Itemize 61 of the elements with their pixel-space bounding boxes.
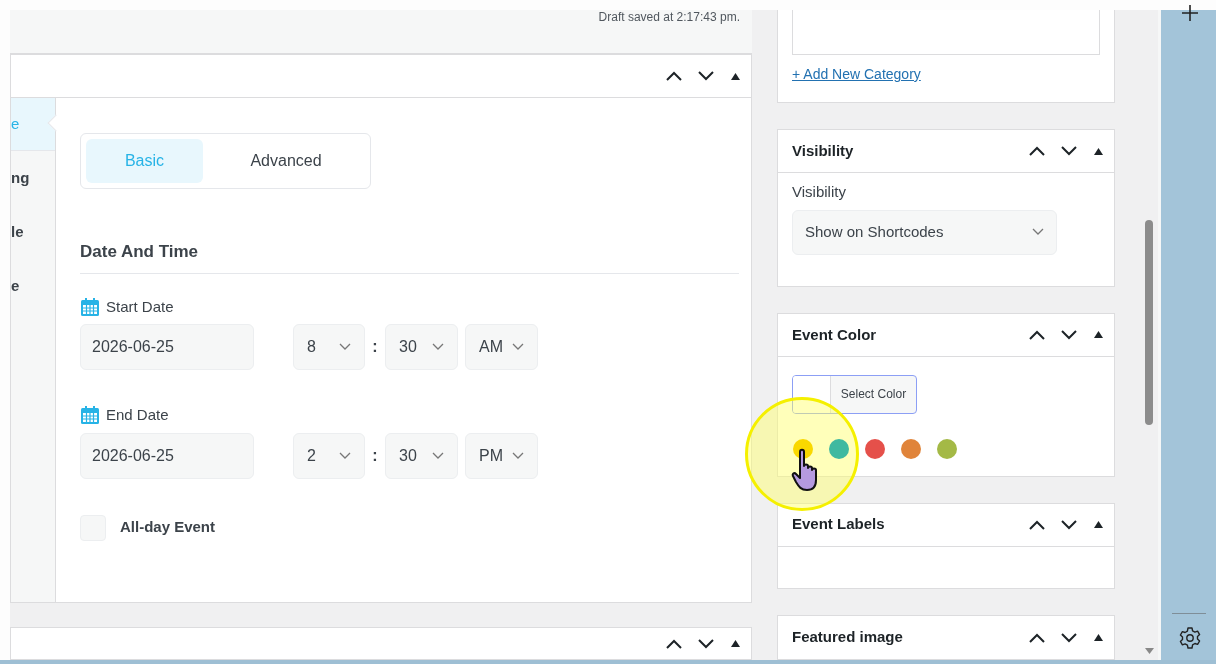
move-up-icon[interactable] [666,71,682,81]
panel-title: Featured image [792,627,904,648]
draft-saved-status: Draft saved at 2:17:43 pm. [598,9,740,26]
minute-select[interactable]: 30 [385,432,458,479]
time-separator: : [371,337,379,357]
hour-select[interactable]: 2 [293,432,365,479]
side-tab[interactable]: e [11,259,55,313]
collapse-icon[interactable] [1094,147,1103,155]
move-up-icon[interactable] [1029,632,1045,643]
scrollbar-thumb[interactable] [1145,220,1153,425]
chevron-down-icon [512,451,524,460]
side-tab[interactable]: ng [11,151,55,205]
move-up-icon[interactable] [1029,146,1045,157]
chevron-down-icon [512,343,524,351]
move-down-icon[interactable] [1061,330,1077,340]
panel-title: Visibility [792,140,855,161]
collapse-icon[interactable] [1094,331,1103,339]
minute-select[interactable]: 30 [385,324,458,370]
move-down-icon[interactable] [1061,519,1077,530]
period-select[interactable]: AM [465,324,538,370]
calendar-icon [80,405,100,426]
section-title: Date And Time [80,239,739,274]
tab[interactable]: Advanced [207,139,365,183]
move-up-icon[interactable] [1029,519,1045,530]
color-swatch[interactable] [829,439,849,459]
date-field[interactable]: 2026-06-25 [80,432,254,479]
select-color-button[interactable]: Select Color [792,375,917,414]
collapse-icon[interactable] [731,72,740,80]
move-up-icon[interactable] [1029,330,1045,340]
field-label: Start Date [106,296,174,317]
chevron-down-icon [432,343,444,351]
scroll-down-icon[interactable] [1144,648,1154,654]
panel-title: Event Labels [792,514,886,535]
collapse-icon[interactable] [731,640,740,647]
field-label: End Date [106,405,169,425]
checkbox-label: All-day Event [120,517,216,538]
move-down-icon[interactable] [1061,146,1077,157]
date-field[interactable]: 2026-06-25 [80,324,254,370]
hour-select[interactable]: 8 [293,324,365,370]
collapse-icon[interactable] [1094,634,1103,641]
chevron-down-icon [339,451,351,460]
plus-icon[interactable] [1180,4,1199,22]
chevron-down-icon [432,451,444,460]
move-down-icon[interactable] [1061,632,1077,643]
chevron-down-icon [339,343,351,351]
move-down-icon[interactable] [698,638,714,649]
move-up-icon[interactable] [666,638,682,649]
period-select[interactable]: PM [465,432,538,479]
settings-icon[interactable] [1177,626,1202,650]
panel-title: Event Color [792,324,878,345]
color-swatch[interactable] [901,439,921,459]
color-swatch[interactable] [865,439,885,459]
visibility-select[interactable]: Show on Shortcodes [792,209,1057,255]
calendar-icon [80,296,100,317]
move-down-icon[interactable] [698,71,714,81]
side-tab[interactable]: le [11,205,55,259]
field-label: Visibility [792,182,847,203]
time-separator: : [371,445,379,466]
chevron-down-icon [1032,228,1044,237]
color-swatch[interactable] [937,439,957,459]
collapse-icon[interactable] [1094,521,1103,529]
